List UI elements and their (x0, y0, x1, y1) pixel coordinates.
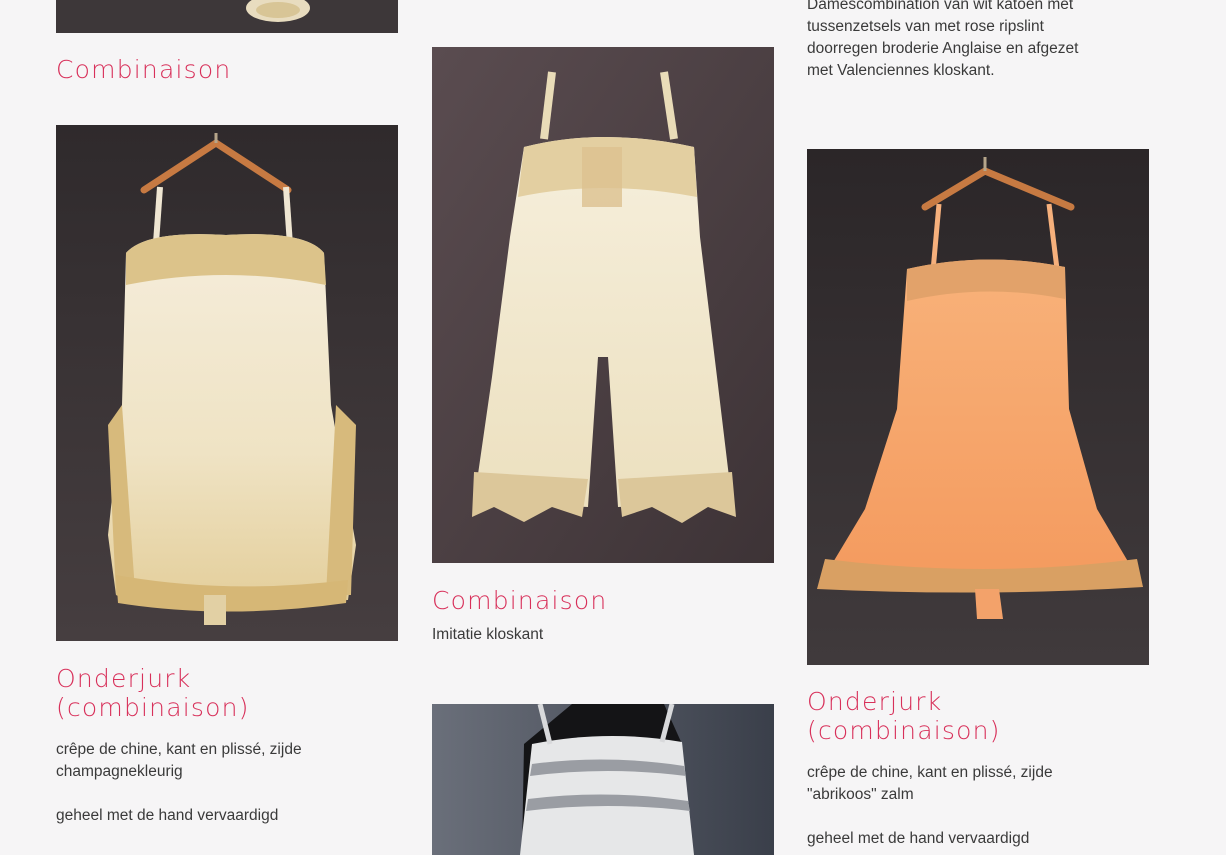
item-description: crêpe de chine, kant en plissé, zijde ch… (56, 739, 386, 827)
item-description: crêpe de chine, kant en plissé, zijde "a… (807, 762, 1167, 850)
item-title[interactable]: Onderjurk (combinaison) (807, 687, 1001, 745)
desc-line: crêpe de chine, kant en plissé, zijde (807, 764, 1053, 781)
desc-line: met Valenciennes kloskant. (807, 62, 995, 79)
item-title[interactable]: Onderjurk (combinaison) (56, 664, 250, 722)
title-line[interactable]: Onderjurk (56, 664, 250, 693)
desc-line: Damescombination van wit katoen met (807, 0, 1074, 13)
item-photo-apricot-slip[interactable] (807, 149, 1149, 665)
desc-line: doorregen broderie Anglaise en afgezet (807, 40, 1079, 57)
desc-line: tussenzetsels van met rose ripslint (807, 18, 1044, 35)
desc-line: crêpe de chine, kant en plissé, zijde (56, 741, 302, 758)
item-photo-champagne-slip[interactable] (56, 125, 398, 641)
desc-line: geheel met de hand vervaardigd (56, 807, 279, 824)
item-description: Damescombination van wit katoen met tuss… (807, 0, 1167, 82)
item-title[interactable]: Combinaison (432, 586, 607, 615)
desc-line: geheel met de hand vervaardigd (807, 830, 1030, 847)
title-line[interactable]: (combinaison) (56, 693, 250, 722)
desc-line: "abrikoos" zalm (807, 786, 914, 803)
item-photo-cream-combinaison[interactable] (432, 47, 774, 563)
item-title[interactable]: Combinaison (56, 55, 231, 84)
item-photo-cropped[interactable] (56, 0, 398, 33)
desc-line: champagnekleurig (56, 763, 183, 780)
item-photo-white-corset[interactable] (432, 704, 774, 855)
title-line[interactable]: Onderjurk (807, 687, 1001, 716)
item-description: Imitatie kloskant (432, 626, 544, 643)
collection-page: Combinaison Onderjurk (combinaison) crêp… (0, 0, 1226, 855)
title-line[interactable]: (combinaison) (807, 716, 1001, 745)
